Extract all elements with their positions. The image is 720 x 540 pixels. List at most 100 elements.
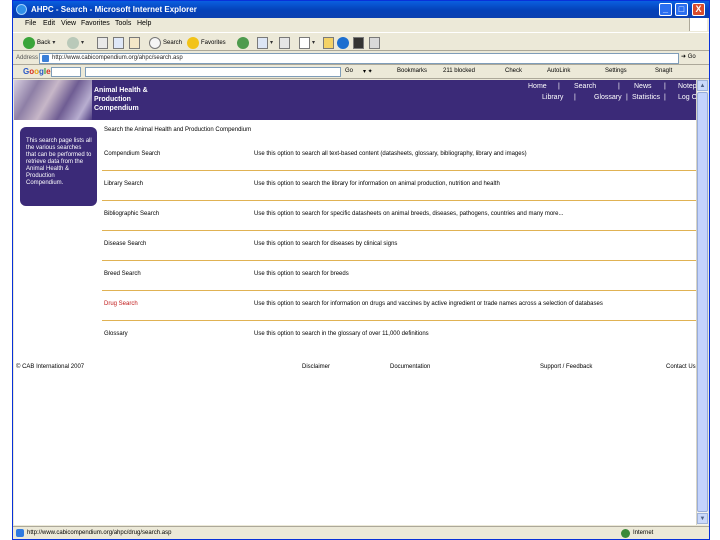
option-description: Use this option to search in the glossar… — [254, 331, 429, 337]
menu-edit[interactable]: Edit — [43, 20, 55, 27]
forward-button[interactable]: ▾ — [67, 36, 84, 49]
google-search-input[interactable] — [85, 67, 341, 77]
chevron-down-icon: ▾ — [52, 40, 56, 46]
security-zone: Internet — [633, 530, 654, 536]
documentation-link[interactable]: Documentation — [390, 364, 430, 370]
tool2-button[interactable] — [369, 36, 380, 49]
disclaimer-link[interactable]: Disclaimer — [302, 364, 330, 370]
minimize-button[interactable]: _ — [659, 3, 672, 16]
stop-button[interactable] — [97, 36, 108, 49]
option-description: Use this option to search the library fo… — [254, 181, 500, 187]
search-button[interactable]: Search — [149, 36, 182, 49]
library-search-link[interactable]: Library Search — [104, 181, 143, 187]
status-url: http://www.cabicompendium.org/ahpc/drug/… — [27, 530, 172, 536]
home-button[interactable] — [129, 36, 140, 49]
menu-help[interactable]: Help — [137, 20, 151, 27]
snagit-button[interactable]: SnagIt — [655, 68, 672, 74]
nav-statistics[interactable]: Statistics — [632, 94, 660, 101]
folder-button[interactable] — [323, 36, 334, 49]
settings-button[interactable]: Settings — [605, 68, 627, 74]
nav-separator: | — [664, 83, 666, 90]
google-more-button[interactable]: ▾ ✦ — [363, 68, 373, 75]
nav-search[interactable]: Search — [574, 83, 596, 90]
page-icon — [42, 55, 49, 62]
search-option-row: Glossary Use this option to search in th… — [102, 321, 706, 351]
option-description: Use this option to search all text-based… — [254, 151, 527, 157]
favorites-button[interactable]: Favorites — [187, 36, 226, 49]
chevron-down-icon: ▾ — [81, 40, 85, 46]
contact-us-link[interactable]: Contact Us — [666, 364, 696, 370]
browser-window: AHPC - Search - Microsoft Internet Explo… — [12, 0, 710, 540]
address-input[interactable]: http://www.cabicompendium.org/ahpc/searc… — [39, 53, 679, 64]
messenger-button[interactable] — [337, 36, 349, 49]
site-header: Animal Health & Production Compendium Ho… — [14, 80, 708, 120]
close-button[interactable]: X — [692, 3, 705, 16]
popup-blocked-button[interactable]: 211 blocked — [443, 68, 475, 74]
support-feedback-link[interactable]: Support / Feedback — [540, 364, 592, 370]
breed-search-link[interactable]: Breed Search — [104, 271, 141, 277]
search-info-box: This search page lists all the various s… — [20, 127, 97, 206]
menu-tools[interactable]: Tools — [115, 20, 131, 27]
nav-glossary[interactable]: Glossary — [594, 94, 622, 101]
address-go-button[interactable]: ➜ Go — [681, 53, 707, 64]
windows-logo-icon — [689, 18, 707, 31]
home-icon — [129, 36, 140, 49]
back-arrow-icon — [23, 36, 35, 49]
nav-separator: | — [558, 83, 560, 90]
disease-search-link[interactable]: Disease Search — [104, 241, 146, 247]
window-title: AHPC - Search - Microsoft Internet Explo… — [31, 5, 197, 14]
google-logo: Google — [23, 67, 51, 76]
history-button[interactable] — [237, 36, 249, 49]
nav-news[interactable]: News — [634, 83, 652, 90]
chevron-down-icon: ▾ — [270, 40, 274, 46]
drug-search-link[interactable]: Drug Search — [104, 301, 138, 307]
refresh-button[interactable] — [113, 36, 124, 49]
menu-favorites[interactable]: Favorites — [81, 20, 110, 27]
mail-icon — [257, 36, 268, 49]
scroll-down-icon[interactable]: ▼ — [697, 513, 708, 524]
autolink-button[interactable]: AutoLink — [547, 68, 570, 74]
bibliographic-search-link[interactable]: Bibliographic Search — [104, 211, 159, 217]
print-button[interactable] — [279, 36, 290, 49]
magnifier-icon — [149, 36, 161, 49]
nav-separator: | — [618, 83, 620, 90]
scroll-thumb[interactable] — [697, 92, 708, 512]
option-description: Use this option to search for diseases b… — [254, 241, 398, 247]
page-footer: © CAB International 2007 Disclaimer Docu… — [14, 364, 708, 374]
nav-home[interactable]: Home — [528, 83, 547, 90]
stop-icon — [97, 36, 108, 49]
copyright-text: © CAB International 2007 — [16, 364, 85, 370]
google-go-button[interactable]: Go — [345, 68, 353, 74]
mail-button[interactable]: ▾ — [257, 36, 273, 49]
back-button[interactable]: Back ▾ — [23, 36, 55, 49]
address-label: Address — [16, 55, 39, 61]
check-button[interactable]: Check — [505, 68, 522, 74]
document-icon — [299, 36, 310, 49]
folder-icon — [323, 36, 334, 49]
google-options-dropdown[interactable] — [51, 67, 81, 77]
nav-library[interactable]: Library — [542, 94, 563, 101]
bookmarks-button[interactable]: Bookmarks — [397, 68, 427, 74]
menu-file[interactable]: File — [25, 20, 36, 27]
animal-photo — [14, 80, 92, 120]
menu-view[interactable]: View — [61, 20, 76, 27]
menu-bar: File Edit View Favorites Tools Help — [13, 18, 709, 31]
refresh-icon — [113, 36, 124, 49]
forward-arrow-icon — [67, 36, 79, 49]
tool-button[interactable] — [353, 36, 364, 49]
maximize-button[interactable]: □ — [675, 3, 688, 16]
history-icon — [237, 36, 249, 49]
glossary-link[interactable]: Glossary — [104, 331, 128, 337]
nav-separator: | — [664, 94, 666, 101]
google-toolbar: Google Go ▾ ✦ Bookmarks 211 blocked Chec… — [13, 65, 709, 79]
vertical-scrollbar[interactable]: ▲ ▼ — [696, 80, 708, 525]
internet-zone-icon — [621, 529, 630, 538]
status-bar: http://www.cabicompendium.org/ahpc/drug/… — [13, 526, 709, 539]
option-description: Use this option to search for specific d… — [254, 211, 564, 217]
compendium-search-link[interactable]: Compendium Search — [104, 151, 160, 157]
web-page: Animal Health & Production Compendium Ho… — [14, 80, 708, 525]
globe-icon — [337, 36, 349, 49]
search-option-row: Bibliographic Search Use this option to … — [102, 201, 706, 231]
scroll-up-icon[interactable]: ▲ — [697, 80, 708, 91]
edit-button[interactable]: ▾ — [299, 36, 315, 49]
